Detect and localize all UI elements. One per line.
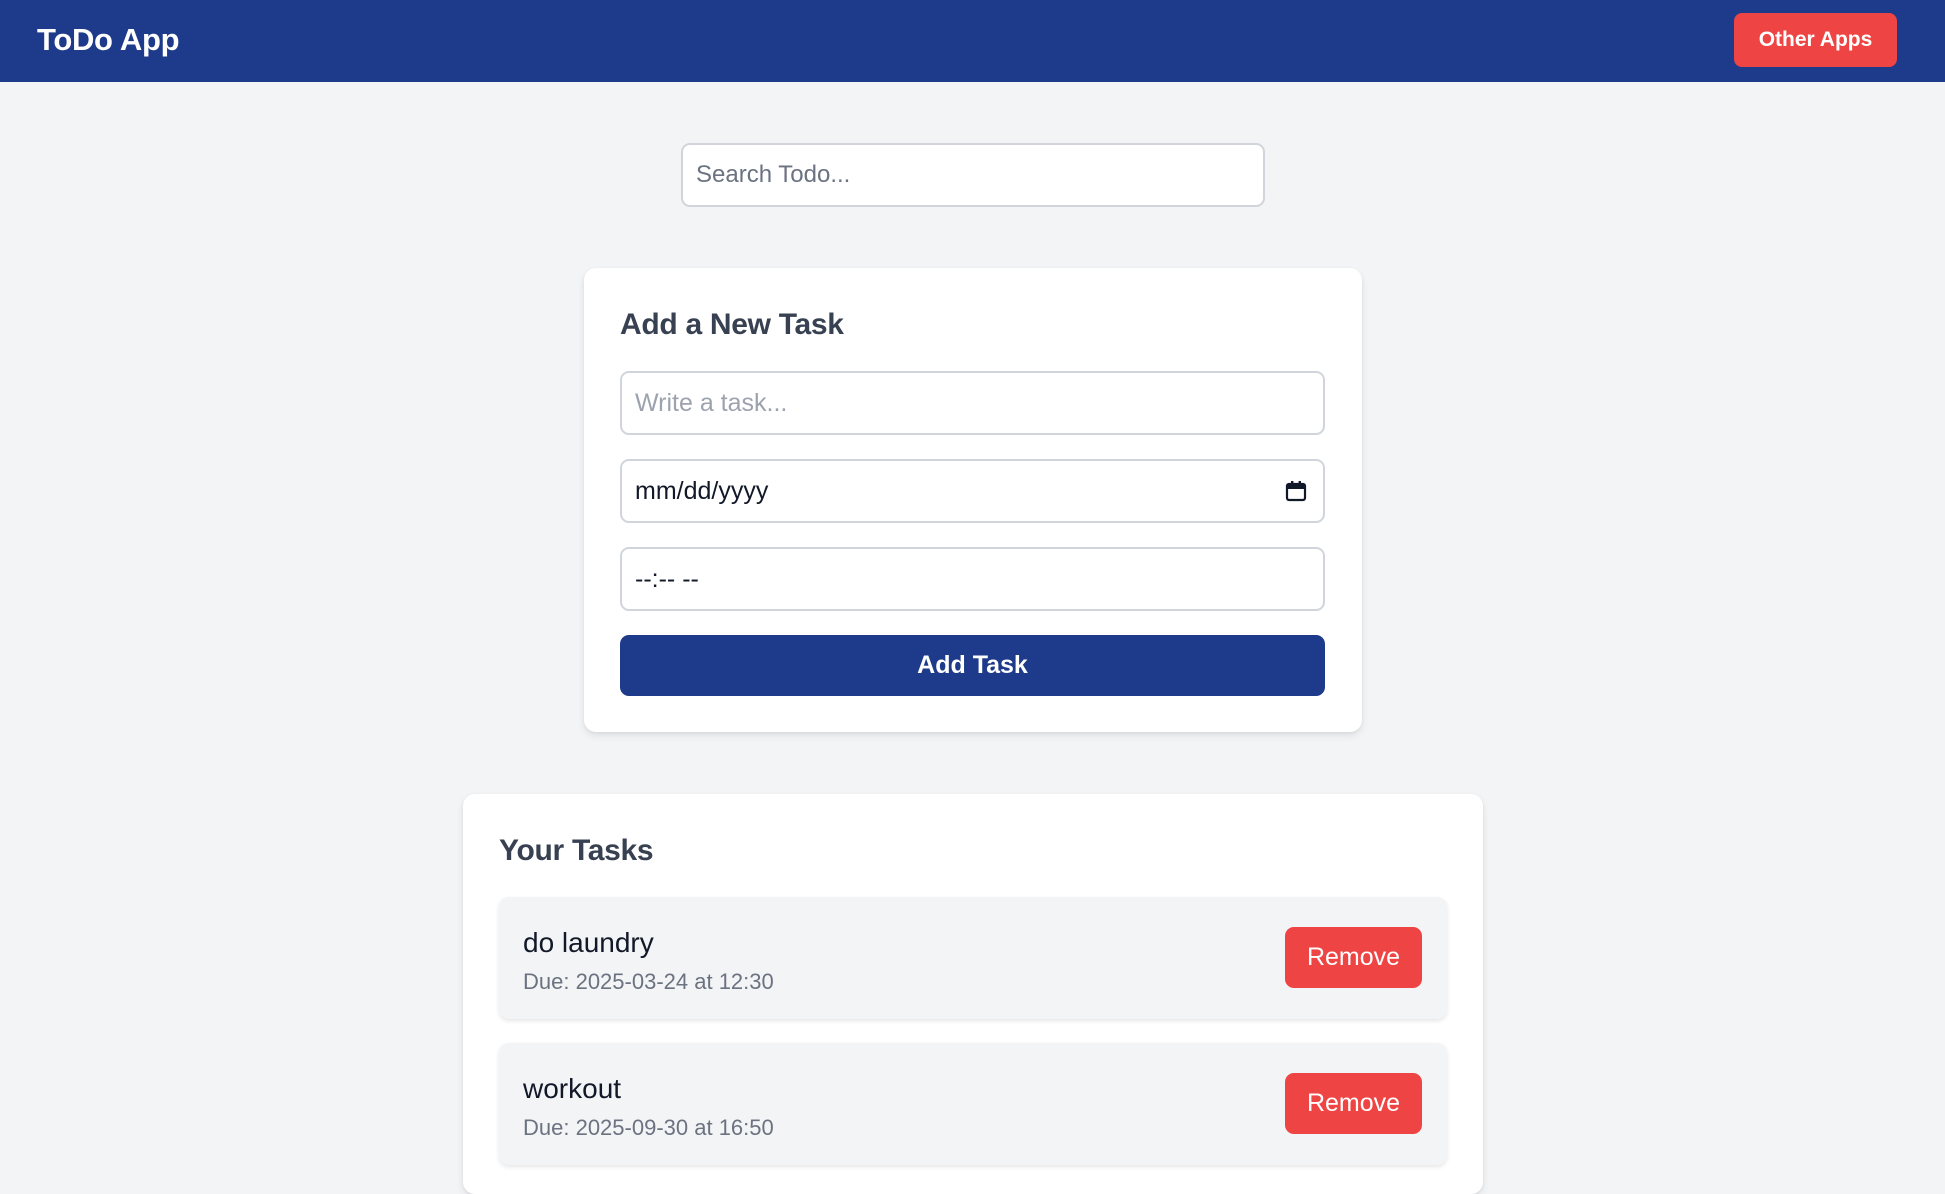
list-item: do laundry Due: 2025-03-24 at 12:30 Remo… [499,897,1447,1019]
date-input-placeholder: mm/dd/yyyy [635,476,769,505]
top-navbar: ToDo App Other Apps [0,0,1945,82]
task-input[interactable]: Write a task... [620,371,1325,435]
other-apps-button[interactable]: Other Apps [1734,13,1897,67]
search-input[interactable] [681,143,1265,207]
date-input[interactable]: mm/dd/yyyy [620,459,1325,523]
calendar-icon[interactable] [1285,480,1307,502]
add-task-heading: Add a New Task [620,308,844,341]
time-input-placeholder: --:-- -- [635,564,699,593]
add-task-button[interactable]: Add Task [620,635,1325,696]
task-name: do laundry [523,927,654,958]
remove-task-button[interactable]: Remove [1285,1073,1422,1134]
task-due-date: Due: 2025-03-24 at 12:30 [523,969,774,994]
task-due-date: Due: 2025-09-30 at 16:50 [523,1115,774,1140]
task-list-heading: Your Tasks [499,834,654,867]
task-input-placeholder: Write a task... [635,388,788,417]
app-title: ToDo App [37,22,180,57]
task-name: workout [523,1073,622,1104]
remove-task-button[interactable]: Remove [1285,927,1422,988]
time-input[interactable]: --:-- -- [620,547,1325,611]
list-item: workout Due: 2025-09-30 at 16:50 Remove [499,1043,1447,1165]
task-list-card: Your Tasks do laundry Due: 2025-03-24 at… [463,794,1483,1194]
add-task-card: Add a New Task Write a task... mm/dd/yyy… [584,268,1362,732]
